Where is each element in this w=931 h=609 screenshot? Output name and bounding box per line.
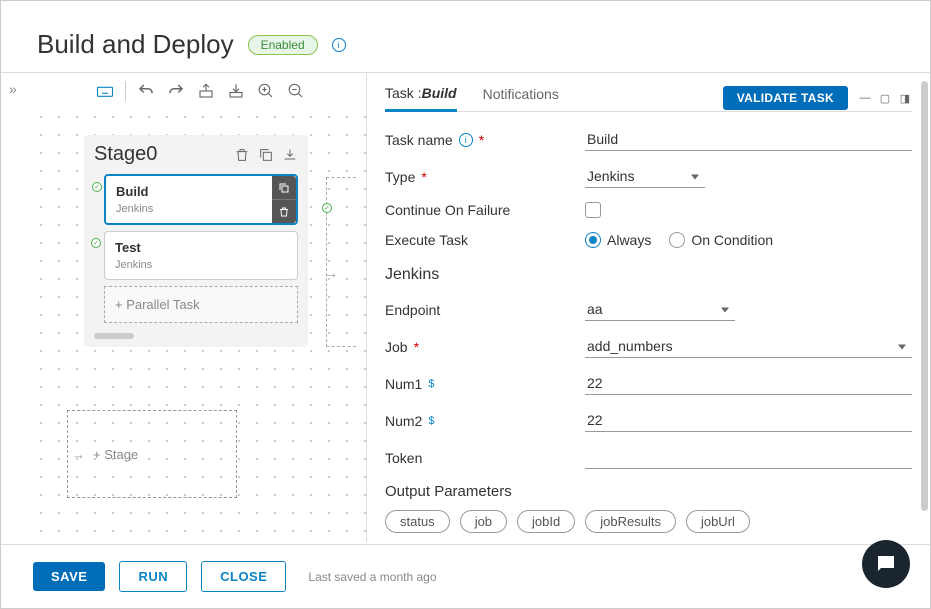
task-card-test[interactable]: ✓ Test Jenkins — [104, 231, 298, 280]
task-title: Test — [115, 240, 287, 255]
export-icon[interactable] — [196, 82, 216, 100]
chat-fab[interactable] — [862, 540, 910, 588]
num2-input[interactable] — [585, 409, 912, 432]
copy-icon[interactable] — [272, 176, 296, 200]
add-stage-placeholder[interactable]: → + Stage — [67, 410, 237, 498]
page-title: Build and Deploy — [37, 29, 234, 60]
tab-notifications[interactable]: Notifications — [483, 86, 559, 110]
download-icon[interactable] — [282, 147, 298, 163]
validate-task-button[interactable]: VALIDATE TASK — [723, 86, 848, 110]
task-card-build[interactable]: ✓ Build Jenkins — [104, 174, 298, 225]
output-parameters-heading: Output Parameters — [385, 483, 912, 500]
footer: SAVE RUN CLOSE Last saved a month ago — [1, 544, 930, 608]
arrow-icon: → — [324, 265, 338, 281]
token-input[interactable] — [585, 446, 912, 469]
label-cof: Continue On Failure — [385, 202, 510, 218]
label-token: Token — [385, 450, 422, 466]
scrollbar[interactable] — [921, 81, 928, 511]
chip-status[interactable]: status — [385, 510, 450, 533]
phantom-stage — [326, 177, 356, 347]
type-select[interactable] — [585, 165, 705, 188]
undo-icon[interactable] — [136, 82, 156, 100]
save-button[interactable]: SAVE — [33, 562, 105, 591]
label-job: Job — [385, 339, 408, 355]
restore-icon[interactable]: ▢ — [878, 91, 892, 105]
import-icon[interactable] — [226, 82, 246, 100]
keyboard-icon[interactable] — [95, 82, 115, 100]
stage-card[interactable]: Stage0 ✓ Build Jenkins — [84, 135, 308, 347]
collapse-icon[interactable]: » — [9, 81, 17, 97]
canvas-toolbar — [91, 77, 310, 105]
task-subtitle: Jenkins — [116, 203, 286, 215]
add-stage-label: + Stage — [93, 447, 138, 462]
pipeline-canvas[interactable]: Stage0 ✓ Build Jenkins — [29, 105, 366, 542]
radio-always[interactable]: Always — [585, 232, 651, 248]
task-name-input[interactable] — [585, 128, 912, 151]
label-task-name: Task name — [385, 132, 453, 148]
trash-icon[interactable] — [272, 200, 296, 223]
arrow-icon: → — [72, 447, 85, 462]
task-panel: Task :Build Notifications VALIDATE TASK … — [366, 72, 930, 542]
label-exec: Execute Task — [385, 232, 468, 248]
status-badge: Enabled — [248, 35, 318, 55]
task-title: Build — [116, 184, 286, 199]
chip-jobresults[interactable]: jobResults — [585, 510, 676, 533]
output-chips: status job jobId jobResults jobUrl — [385, 510, 912, 533]
info-icon[interactable]: i — [332, 38, 346, 52]
info-icon[interactable]: i — [459, 133, 473, 147]
task-subtitle: Jenkins — [115, 259, 287, 271]
trash-icon[interactable] — [234, 147, 250, 163]
canvas-pane: » Stage0 — [1, 72, 366, 542]
num1-input[interactable] — [585, 372, 912, 395]
last-saved-status: Last saved a month ago — [308, 570, 436, 584]
tab-task[interactable]: Task :Build — [385, 85, 457, 112]
chip-joburl[interactable]: jobUrl — [686, 510, 750, 533]
close-button[interactable]: CLOSE — [201, 561, 286, 592]
zoom-out-icon[interactable] — [286, 82, 306, 100]
label-num1: Num1 — [385, 376, 422, 392]
run-button[interactable]: RUN — [119, 561, 187, 592]
radio-on-condition[interactable]: On Condition — [669, 232, 773, 248]
minimize-icon[interactable]: — — [858, 91, 872, 105]
page-header: Build and Deploy Enabled i — [1, 1, 930, 72]
redo-icon[interactable] — [166, 82, 186, 100]
check-icon: ✓ — [92, 182, 102, 192]
chip-job[interactable]: job — [460, 510, 507, 533]
label-num2: Num2 — [385, 413, 422, 429]
section-jenkins: Jenkins — [385, 266, 912, 284]
chip-jobid[interactable]: jobId — [517, 510, 575, 533]
label-type: Type — [385, 169, 415, 185]
job-select[interactable] — [585, 335, 912, 358]
maximize-icon[interactable]: ◨ — [898, 91, 912, 105]
continue-on-failure-checkbox[interactable] — [585, 202, 601, 218]
zoom-in-icon[interactable] — [256, 82, 276, 100]
check-icon: ✓ — [91, 238, 101, 248]
check-icon: ✓ — [322, 203, 332, 213]
scrollbar[interactable] — [94, 333, 134, 339]
add-parallel-task[interactable]: + Parallel Task — [104, 286, 298, 323]
copy-icon[interactable] — [258, 147, 274, 163]
stage-name[interactable]: Stage0 — [94, 143, 234, 166]
endpoint-select[interactable] — [585, 298, 735, 321]
label-endpoint: Endpoint — [385, 302, 440, 318]
